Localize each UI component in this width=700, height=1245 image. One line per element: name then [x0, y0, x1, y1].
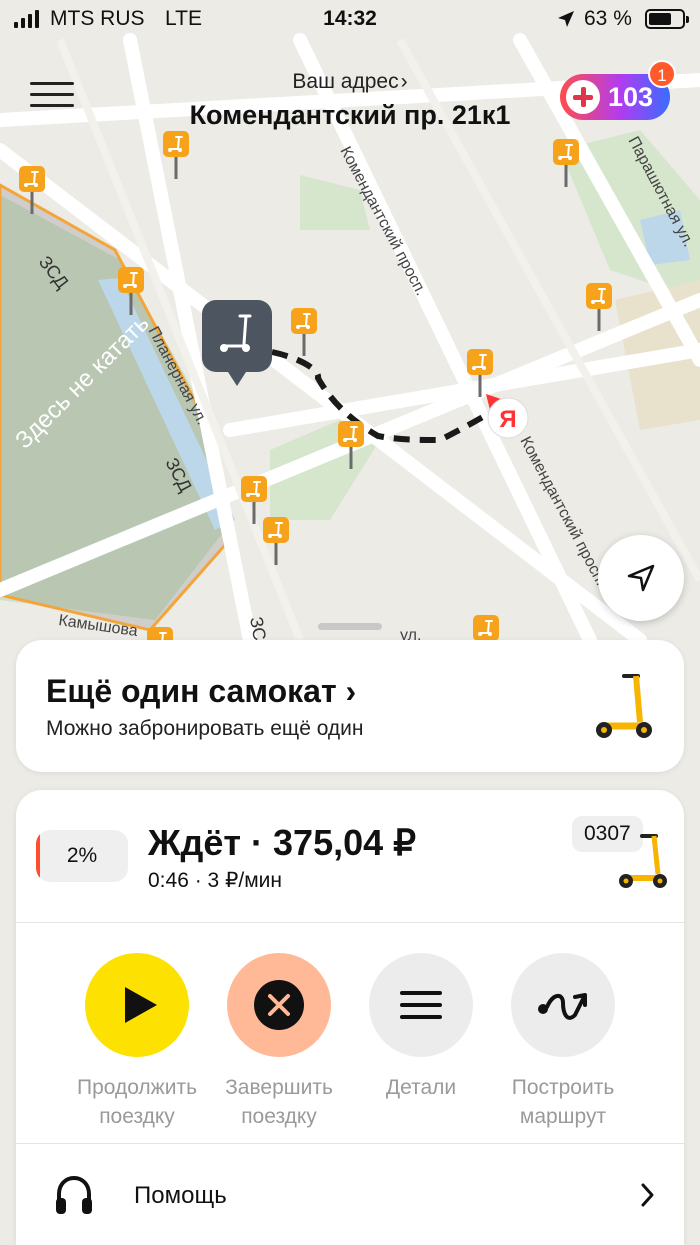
- available-scooter-pin[interactable]: [162, 130, 190, 187]
- close-circle-icon: [254, 980, 304, 1030]
- address-label: Ваш адрес: [292, 70, 399, 93]
- another-scooter-title: Ещё один самокат ›: [46, 673, 357, 709]
- available-scooter-pin[interactable]: [18, 165, 46, 222]
- available-scooter-pin[interactable]: [552, 138, 580, 195]
- scooter-icon: [619, 834, 667, 888]
- chevron-right-icon: ›: [345, 673, 357, 709]
- build-route-button[interactable]: Построить маршрут: [488, 953, 638, 1131]
- route-icon: [538, 993, 587, 1020]
- battery-percent: 63 %: [584, 7, 632, 30]
- notification-badge: 1: [648, 60, 676, 88]
- finish-ride-button[interactable]: Завершить поездку: [204, 953, 354, 1131]
- another-scooter-card[interactable]: Ещё один самокат › Можно забронировать е…: [16, 640, 684, 772]
- available-scooter-pin[interactable]: [585, 282, 613, 339]
- another-scooter-subtitle: Можно забронировать ещё один: [46, 717, 364, 740]
- plus-icon: [566, 80, 600, 114]
- action-label: Детали: [385, 1076, 457, 1099]
- plus-points: 103: [608, 81, 654, 112]
- status-bar: MTS RUS LTE 14:32 63 %: [0, 0, 700, 40]
- ride-status: Ждёт · 375,04 ₽: [148, 822, 417, 863]
- action-label: маршрут: [519, 1105, 607, 1128]
- help-row[interactable]: Помощь: [16, 1144, 684, 1244]
- navigation-arrow-icon: [627, 564, 655, 592]
- ride-meta: 0:46 · 3 ₽/мин: [148, 869, 283, 892]
- battery-percent-label: 2%: [66, 844, 98, 867]
- play-icon: [125, 987, 157, 1023]
- divider: [16, 922, 684, 923]
- action-label: поездку: [99, 1105, 175, 1128]
- brand-pin-letter: Я: [499, 406, 516, 433]
- action-label: Продолжить: [76, 1076, 198, 1099]
- menu-lines-icon: [400, 991, 442, 1019]
- action-label: поездку: [241, 1105, 317, 1128]
- selected-scooter-marker[interactable]: [200, 298, 274, 395]
- scooter-icon: [596, 674, 652, 738]
- location-arrow-icon: [558, 11, 574, 27]
- locate-me-button[interactable]: [598, 535, 684, 621]
- available-scooter-pin[interactable]: [337, 420, 365, 477]
- battery-icon: [645, 9, 689, 29]
- sheet-drag-handle[interactable]: [318, 623, 382, 630]
- yandex-pin-icon: Я: [484, 392, 532, 445]
- available-scooter-pin[interactable]: [117, 266, 145, 323]
- action-label: Построить: [511, 1076, 615, 1099]
- headphones-icon: [56, 1175, 92, 1214]
- chevron-right-icon: [641, 1183, 654, 1207]
- continue-ride-button[interactable]: Продолжить поездку: [62, 953, 212, 1131]
- details-button[interactable]: Детали: [346, 953, 496, 1102]
- available-scooter-pin[interactable]: [290, 307, 318, 364]
- chevron-right-icon: ›: [400, 70, 408, 93]
- scooter-battery-indicator: 2%: [36, 830, 128, 882]
- available-scooter-pin[interactable]: [262, 516, 290, 573]
- help-label: Помощь: [134, 1182, 227, 1209]
- ride-card: 2% Ждёт · 375,04 ₽ 0:46 · 3 ₽/мин 0307 П…: [16, 790, 684, 1245]
- action-label: Завершить: [225, 1076, 333, 1099]
